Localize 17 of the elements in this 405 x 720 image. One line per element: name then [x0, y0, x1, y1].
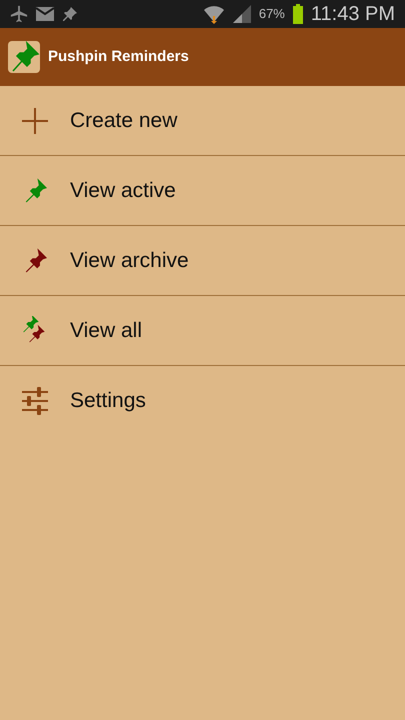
menu-item[interactable]: View archive: [0, 226, 405, 296]
airplane-icon: [10, 5, 28, 23]
sliders-icon: [20, 386, 50, 416]
plus-icon: [20, 106, 50, 136]
mail-icon: [36, 7, 54, 21]
menu-item[interactable]: Create new: [0, 86, 405, 156]
app-logo-icon: [8, 41, 40, 73]
menu-item[interactable]: Settings: [0, 366, 405, 436]
signal-icon: [232, 5, 251, 23]
wifi-icon: [202, 4, 225, 24]
clock-time: 11:43 PM: [310, 2, 395, 27]
menu-item[interactable]: View active: [0, 156, 405, 226]
pushpin-icon: [62, 6, 78, 22]
app-title: Pushpin Reminders: [48, 46, 189, 67]
menu-item[interactable]: View all: [0, 296, 405, 366]
battery-icon: [292, 4, 303, 24]
battery-percent: 67%: [258, 5, 285, 24]
